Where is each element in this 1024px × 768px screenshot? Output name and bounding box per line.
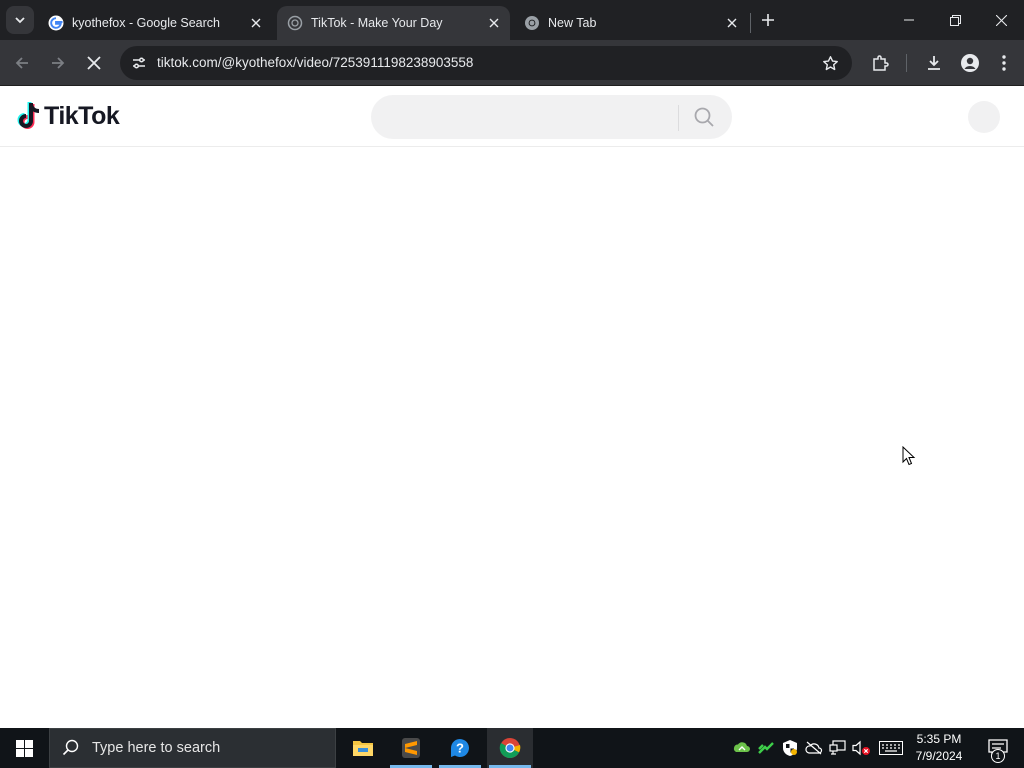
tab-new-tab[interactable]: New Tab xyxy=(514,6,748,40)
tiktok-header: TikTok xyxy=(0,87,1024,147)
green-app-icon xyxy=(758,742,774,754)
tab-search-button[interactable] xyxy=(6,6,34,34)
tab-close-button[interactable] xyxy=(722,13,742,33)
tab-strip: kyothefox - Google Search TikTok - Make … xyxy=(0,0,1024,40)
clock-time: 5:35 PM xyxy=(916,732,962,746)
search-icon xyxy=(694,107,714,127)
taskbar-help[interactable]: ? xyxy=(437,728,483,768)
tiktok-search-bar xyxy=(371,95,732,139)
site-info-button[interactable] xyxy=(128,52,150,74)
tab-title: New Tab xyxy=(548,16,597,30)
tab-title: kyothefox - Google Search xyxy=(72,16,220,30)
downloads-button[interactable] xyxy=(920,49,948,77)
tab-tiktok[interactable]: TikTok - Make Your Day xyxy=(277,6,510,40)
system-clock[interactable]: 5:35 PM 7/9/2024 xyxy=(906,731,972,765)
tiktok-logo[interactable]: TikTok xyxy=(16,101,120,131)
notification-count-badge: 1 xyxy=(991,749,1005,763)
close-window-button[interactable] xyxy=(978,0,1024,40)
file-explorer-icon xyxy=(353,741,373,756)
windows-taskbar: Type here to search ? 5:35 PM 7/9/2024 1 xyxy=(0,728,1024,768)
arrow-left-icon xyxy=(15,57,28,69)
tab-divider xyxy=(750,13,751,33)
arrow-right-icon xyxy=(52,57,65,69)
mouse-cursor-icon xyxy=(902,446,916,466)
svg-text:?: ? xyxy=(456,741,464,756)
logo-text: TikTok xyxy=(44,101,120,130)
forward-button[interactable] xyxy=(44,49,72,77)
avatar[interactable] xyxy=(968,101,1000,133)
network-icon xyxy=(829,740,846,755)
start-button[interactable] xyxy=(0,728,48,768)
browser-toolbar: tiktok.com/@kyothefox/video/725391119823… xyxy=(0,40,1024,86)
close-icon xyxy=(251,18,261,28)
tray-app-icon[interactable] xyxy=(756,738,776,758)
keyboard-icon xyxy=(879,741,903,755)
search-icon xyxy=(62,739,79,756)
google-g-icon xyxy=(48,15,64,31)
volume-button[interactable] xyxy=(852,738,872,758)
download-icon xyxy=(928,56,940,70)
network-button[interactable] xyxy=(828,738,848,758)
taskbar-file-explorer[interactable] xyxy=(340,728,386,768)
stop-loading-button[interactable] xyxy=(80,49,108,77)
tune-icon xyxy=(133,57,145,69)
clock-date: 7/9/2024 xyxy=(915,749,963,763)
tray-app-icon[interactable] xyxy=(804,738,824,758)
onedrive-icon xyxy=(805,741,823,755)
close-icon xyxy=(489,18,499,28)
chrome-icon xyxy=(525,16,539,30)
close-icon xyxy=(995,14,1007,26)
address-bar[interactable]: tiktok.com/@kyothefox/video/725391119823… xyxy=(120,46,852,80)
sublime-text-icon xyxy=(402,738,420,758)
taskbar-sublime-text[interactable] xyxy=(388,728,434,768)
tray-app-icon[interactable] xyxy=(780,738,800,758)
search-button[interactable] xyxy=(689,103,719,131)
tab-close-button[interactable] xyxy=(246,13,266,33)
windows-logo-icon xyxy=(15,739,33,757)
toolbar-divider xyxy=(906,54,907,72)
taskbar-chrome[interactable] xyxy=(487,728,533,768)
new-tab-button[interactable] xyxy=(756,8,780,32)
minimize-icon xyxy=(904,19,914,21)
taskbar-search-placeholder: Type here to search xyxy=(92,740,221,756)
tab-close-button[interactable] xyxy=(484,13,504,33)
speaker-muted-icon xyxy=(852,740,870,756)
bookmark-button[interactable] xyxy=(820,53,840,73)
cloud-sync-icon xyxy=(733,742,750,752)
tab-title: TikTok - Make Your Day xyxy=(311,16,443,30)
restore-button[interactable] xyxy=(932,0,978,40)
taskbar-search-box[interactable]: Type here to search xyxy=(49,728,336,768)
tiktok-loading-icon xyxy=(287,15,303,31)
chrome-icon xyxy=(499,738,521,759)
keyboard-button[interactable] xyxy=(878,738,904,758)
minimize-button[interactable] xyxy=(886,0,932,40)
tab-google-search[interactable]: kyothefox - Google Search xyxy=(38,6,272,40)
extensions-button[interactable] xyxy=(866,49,894,77)
tray-app-icon[interactable] xyxy=(732,738,752,758)
chrome-menu-button[interactable] xyxy=(990,49,1018,77)
chevron-down-icon xyxy=(15,17,25,24)
close-icon xyxy=(727,18,737,28)
tiktok-note-icon xyxy=(17,102,40,129)
profile-icon xyxy=(961,54,979,72)
help-icon: ? xyxy=(451,739,469,758)
security-shield-icon xyxy=(783,740,797,756)
profile-button[interactable] xyxy=(956,49,984,77)
restore-icon xyxy=(949,14,961,26)
search-input[interactable] xyxy=(387,95,677,139)
plus-icon xyxy=(762,14,774,26)
more-vertical-icon xyxy=(1002,55,1006,71)
stop-icon xyxy=(87,56,101,70)
search-divider xyxy=(678,105,679,131)
star-icon xyxy=(822,55,838,70)
back-button[interactable] xyxy=(8,49,36,77)
url-text[interactable]: tiktok.com/@kyothefox/video/725391119823… xyxy=(157,55,473,70)
puzzle-icon xyxy=(873,55,889,71)
page-content: TikTok xyxy=(0,87,1024,728)
